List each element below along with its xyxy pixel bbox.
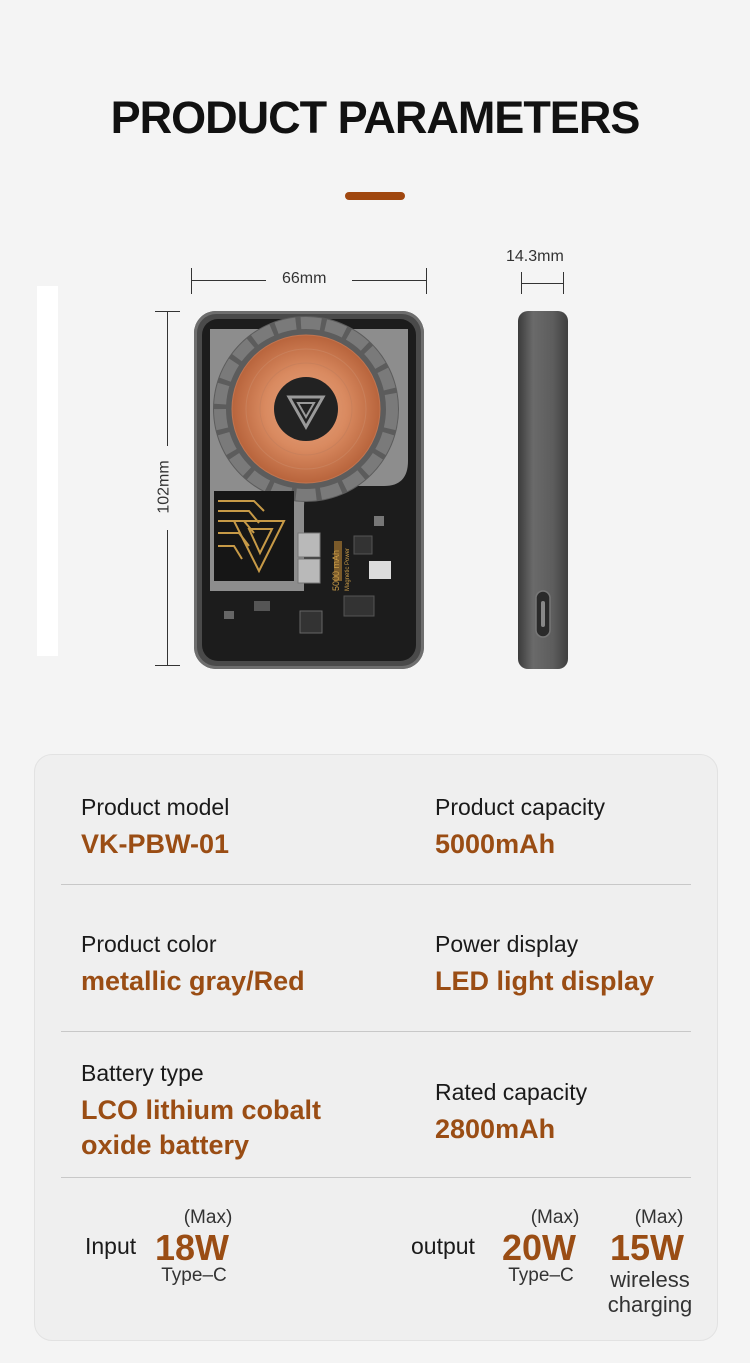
width-dimension-label: 66mm	[282, 270, 327, 287]
spec-divider	[61, 1177, 691, 1178]
width-dim-line-left	[191, 280, 266, 281]
spec-card: Product model VK-PBW-01 Product capacity…	[34, 754, 718, 1341]
output-max-label: (Max)	[530, 1207, 580, 1228]
device-capacity-print: 5000 mAh	[331, 550, 341, 591]
power-bank-side-image	[518, 311, 568, 669]
input-max-label: (Max)	[183, 1207, 233, 1228]
power-bank-front-illustration: 5000 mAh Magnetic Power	[202, 316, 416, 661]
color-label: Product color	[81, 931, 217, 957]
input-wattage: 18W	[155, 1227, 230, 1268]
spec-divider	[61, 1031, 691, 1032]
height-dim-line-bottom	[167, 530, 168, 665]
model-value: VK-PBW-01	[81, 829, 229, 859]
output-label: output	[411, 1233, 475, 1259]
display-label: Power display	[435, 931, 579, 957]
battery-value-line1: LCO lithium cobalt	[81, 1095, 321, 1125]
decorative-strip	[37, 286, 58, 656]
wireless-line1: wireless	[610, 1267, 690, 1292]
output-port-label: Type–C	[508, 1265, 574, 1286]
wireless-max-label: (Max)	[634, 1207, 684, 1228]
input-label: Input	[85, 1233, 137, 1259]
title-accent-bar	[345, 192, 405, 200]
display-value: LED light display	[435, 966, 655, 996]
output-wattage: 20W	[502, 1227, 577, 1268]
rated-capacity-label: Rated capacity	[435, 1079, 588, 1105]
height-dim-tick-bottom	[155, 665, 180, 666]
device-brand-print: Magnetic Power	[345, 548, 351, 591]
capacity-value: 5000mAh	[435, 829, 556, 859]
power-bank-front-image: 5000 mAh Magnetic Power	[194, 311, 424, 669]
thickness-dimension-label: 14.3mm	[506, 248, 564, 265]
height-dimension-label: 102mm	[155, 460, 173, 514]
height-dim-line-top	[167, 311, 168, 446]
width-dim-line-right	[352, 280, 427, 281]
wireless-line2: charging	[607, 1292, 693, 1317]
usb-c-port-icon	[534, 589, 552, 643]
spec-divider	[61, 884, 691, 885]
wireless-wattage: 15W	[610, 1227, 685, 1268]
battery-label: Battery type	[81, 1060, 204, 1086]
rated-capacity-value: 2800mAh	[435, 1114, 556, 1144]
page-title: PRODUCT PARAMETERS	[110, 92, 641, 143]
model-label: Product model	[81, 794, 230, 820]
battery-value-line2: oxide battery	[81, 1130, 250, 1160]
capacity-label: Product capacity	[435, 794, 606, 820]
color-value: metallic gray/Red	[81, 966, 305, 996]
width-dim-tick-right	[426, 268, 427, 294]
thickness-dim-line	[521, 283, 564, 284]
input-port-label: Type–C	[161, 1265, 227, 1286]
width-dim-tick-left	[191, 268, 192, 294]
